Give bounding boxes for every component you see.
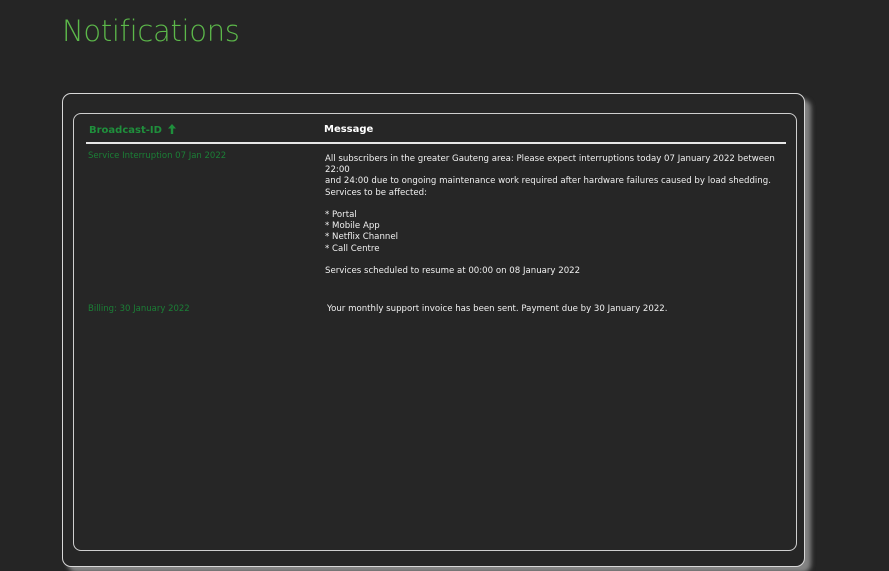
message-line: All subscribers in the greater Gauteng a… — [325, 154, 775, 176]
notifications-table: Broadcast-ID Message Service Interruptio… — [73, 113, 797, 551]
column-header-broadcast-id[interactable]: Broadcast-ID — [89, 124, 177, 136]
message-line: * Netflix Channel — [325, 232, 399, 243]
message-line: * Mobile App — [325, 221, 380, 232]
column-header-broadcast-id-label: Broadcast-ID — [89, 125, 162, 136]
message-cell: All subscribers in the greater Gauteng a… — [325, 154, 795, 277]
message-line: and 24:00 due to ongoing maintenance wor… — [325, 176, 771, 187]
table-header: Broadcast-ID Message — [86, 124, 786, 144]
broadcast-id-link[interactable]: Billing: 30 January 2022 — [88, 304, 190, 314]
arrow-up-icon — [168, 124, 177, 134]
message-line — [325, 199, 795, 210]
message-line: Your monthly support invoice has been se… — [327, 304, 668, 314]
page-title: Notifications — [62, 14, 240, 48]
message-line: Services to be affected: — [325, 187, 428, 198]
message-cell: Your monthly support invoice has been se… — [327, 304, 797, 315]
message-line: * Call Centre — [325, 243, 380, 254]
message-line: * Portal — [325, 210, 357, 220]
message-line: Services scheduled to resume at 00:00 on… — [325, 266, 581, 276]
message-line — [325, 255, 795, 266]
broadcast-id-link[interactable]: Service Interruption 07 Jan 2022 — [88, 151, 226, 161]
column-header-message: Message — [324, 124, 374, 135]
notifications-panel: Broadcast-ID Message Service Interruptio… — [62, 93, 805, 567]
notifications-page: Notifications Broadcast-ID Message Servi… — [0, 0, 889, 571]
